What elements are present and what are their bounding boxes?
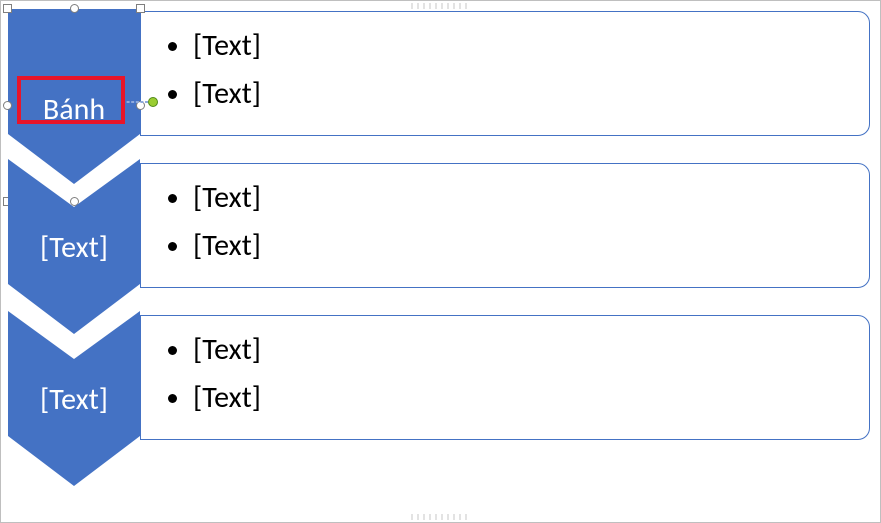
bullet[interactable]: [Text] xyxy=(193,326,849,374)
selection-handle[interactable] xyxy=(136,4,145,13)
selection-handle[interactable] xyxy=(3,101,12,110)
rotation-handle[interactable] xyxy=(148,97,158,107)
bullet[interactable]: [Text] xyxy=(193,374,849,422)
chevron-down-icon xyxy=(8,311,140,486)
selection-handle[interactable] xyxy=(70,4,79,13)
bullet[interactable]: [Text] xyxy=(193,22,849,70)
chevron-down-icon xyxy=(8,9,140,184)
chevron-3[interactable]: [Text] xyxy=(8,311,140,486)
content-box-3[interactable]: [Text] [Text] xyxy=(140,315,870,440)
content-box-1[interactable]: [Text] [Text] xyxy=(140,11,870,136)
ruler-top xyxy=(411,3,471,9)
content-box-2[interactable]: [Text] [Text] xyxy=(140,163,870,288)
selection-handle[interactable] xyxy=(3,4,12,13)
bullet[interactable]: [Text] xyxy=(193,222,849,270)
chevron-down-icon xyxy=(8,159,140,334)
ruler-bottom xyxy=(411,514,471,520)
bullet[interactable]: [Text] xyxy=(193,174,849,222)
smartart-canvas[interactable]: [Text] [Text] Bánh [Text] [Text] [Text] xyxy=(0,0,881,523)
bullet[interactable]: [Text] xyxy=(193,70,849,118)
chevron-1[interactable]: Bánh xyxy=(8,9,140,184)
chevron-2[interactable]: [Text] xyxy=(8,159,140,334)
rotation-connector xyxy=(122,101,148,103)
